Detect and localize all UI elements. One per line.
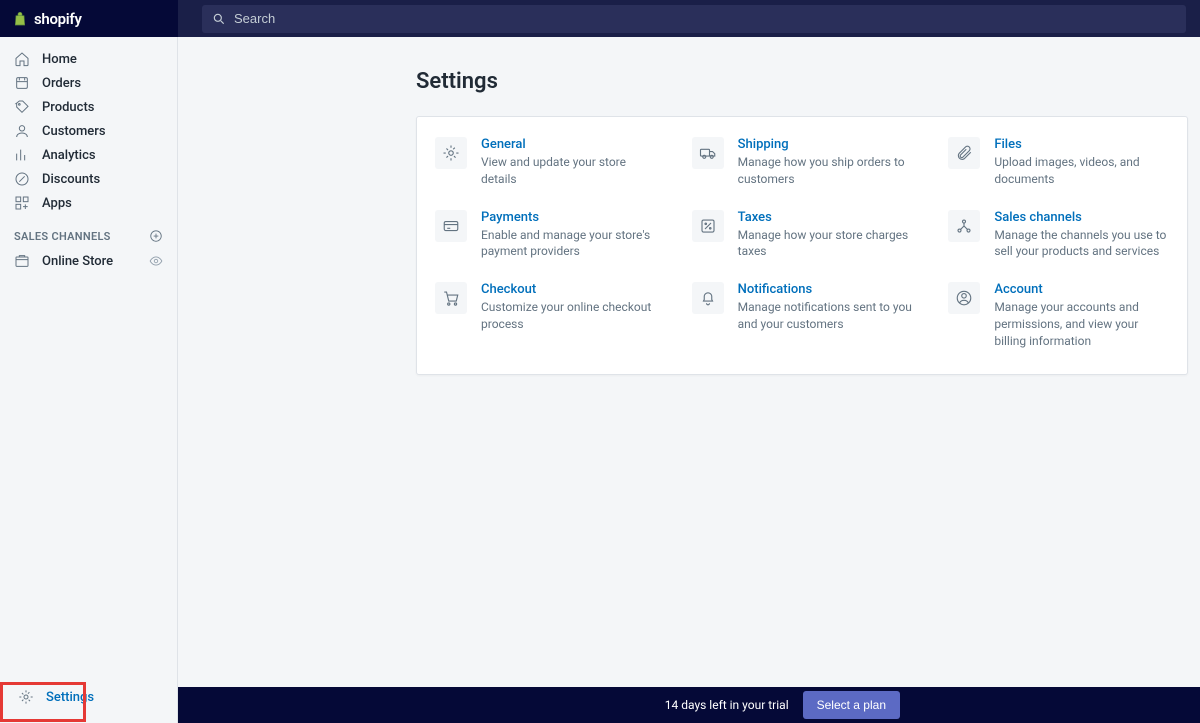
search-icon <box>212 12 226 26</box>
home-icon <box>14 51 30 67</box>
settings-grid: General View and update your store detail… <box>417 137 1187 350</box>
settings-tile-files[interactable]: Files Upload images, videos, and document… <box>930 137 1187 188</box>
nav-apps[interactable]: Apps <box>0 191 177 215</box>
sales-channels-header: SALES CHANNELS <box>0 215 177 249</box>
truck-icon <box>692 137 724 169</box>
tile-title: General <box>481 137 656 152</box>
gear-icon <box>435 137 467 169</box>
brand-name: shopify <box>34 10 82 28</box>
nav-label: Discounts <box>42 172 100 187</box>
analytics-icon <box>14 147 30 163</box>
add-channel-icon[interactable] <box>149 229 163 243</box>
nav-label: Home <box>42 52 77 67</box>
nav-label: Analytics <box>42 148 96 163</box>
settings-tile-account[interactable]: Account Manage your accounts and permissi… <box>930 282 1187 349</box>
cart-icon <box>435 282 467 314</box>
nav-discounts[interactable]: Discounts <box>0 167 177 191</box>
settings-tile-notifications[interactable]: Notifications Manage notifications sent t… <box>674 282 931 349</box>
settings-tile-checkout[interactable]: Checkout Customize your online checkout p… <box>417 282 674 349</box>
settings-card: General View and update your store detail… <box>416 116 1188 375</box>
tile-desc: Upload images, videos, and documents <box>994 154 1169 188</box>
search-container <box>178 1 1200 37</box>
tile-desc: Customize your online checkout process <box>481 299 656 333</box>
tile-desc: View and update your store details <box>481 154 656 188</box>
trial-text: 14 days left in your trial <box>665 698 789 712</box>
tile-title: Notifications <box>738 282 913 297</box>
gear-icon <box>18 689 34 705</box>
nav-settings[interactable]: Settings <box>4 683 173 711</box>
channels-icon <box>948 210 980 242</box>
customers-icon <box>14 123 30 139</box>
view-store-icon[interactable] <box>149 254 163 268</box>
settings-label: Settings <box>46 690 94 705</box>
products-icon <box>14 99 30 115</box>
sidebar: Home Orders Products Customers Analytics… <box>0 37 178 723</box>
tile-title: Payments <box>481 210 656 225</box>
main-content: Settings General View and update your sto… <box>178 37 1200 687</box>
tile-desc: Manage the channels you use to sell your… <box>994 227 1169 261</box>
nav-analytics[interactable]: Analytics <box>0 143 177 167</box>
nav-label: Online Store <box>42 254 113 269</box>
tile-desc: Manage how you ship orders to customers <box>738 154 913 188</box>
orders-icon <box>14 75 30 91</box>
apps-icon <box>14 195 30 211</box>
tile-title: Account <box>994 282 1169 297</box>
card-icon <box>435 210 467 242</box>
nav-label: Apps <box>42 196 72 211</box>
nav-label: Orders <box>42 76 81 91</box>
tile-desc: Manage how your store charges taxes <box>738 227 913 261</box>
trial-bar: 14 days left in your trial Select a plan <box>178 687 1200 723</box>
bottom-nav: Settings <box>0 679 177 723</box>
search-input[interactable] <box>234 11 1176 26</box>
tile-title: Taxes <box>738 210 913 225</box>
channel-online-store[interactable]: Online Store <box>0 249 177 273</box>
nav-label: Customers <box>42 124 106 139</box>
settings-tile-sales-channels[interactable]: Sales channels Manage the channels you us… <box>930 210 1187 261</box>
select-plan-button[interactable]: Select a plan <box>803 691 900 719</box>
nav-customers[interactable]: Customers <box>0 119 177 143</box>
nav-home[interactable]: Home <box>0 47 177 71</box>
section-label: SALES CHANNELS <box>14 230 111 243</box>
nav-label: Products <box>42 100 94 115</box>
nav-orders[interactable]: Orders <box>0 71 177 95</box>
logo[interactable]: shopify <box>0 0 178 37</box>
tile-title: Shipping <box>738 137 913 152</box>
user-icon <box>948 282 980 314</box>
store-icon <box>14 253 30 269</box>
tile-title: Sales channels <box>994 210 1169 225</box>
settings-tile-general[interactable]: General View and update your store detail… <box>417 137 674 188</box>
discounts-icon <box>14 171 30 187</box>
nav-products[interactable]: Products <box>0 95 177 119</box>
settings-tile-shipping[interactable]: Shipping Manage how you ship orders to cu… <box>674 137 931 188</box>
shopify-bag-icon <box>12 10 28 28</box>
tile-title: Checkout <box>481 282 656 297</box>
topbar: shopify <box>0 0 1200 37</box>
page-title: Settings <box>416 69 1188 94</box>
search-box[interactable] <box>202 5 1186 33</box>
percent-icon <box>692 210 724 242</box>
tile-desc: Enable and manage your store's payment p… <box>481 227 656 261</box>
tile-title: Files <box>994 137 1169 152</box>
settings-tile-payments[interactable]: Payments Enable and manage your store's p… <box>417 210 674 261</box>
tile-desc: Manage your accounts and permissions, an… <box>994 299 1169 349</box>
clip-icon <box>948 137 980 169</box>
bell-icon <box>692 282 724 314</box>
settings-tile-taxes[interactable]: Taxes Manage how your store charges taxes <box>674 210 931 261</box>
primary-nav: Home Orders Products Customers Analytics… <box>0 37 177 215</box>
tile-desc: Manage notifications sent to you and you… <box>738 299 913 333</box>
